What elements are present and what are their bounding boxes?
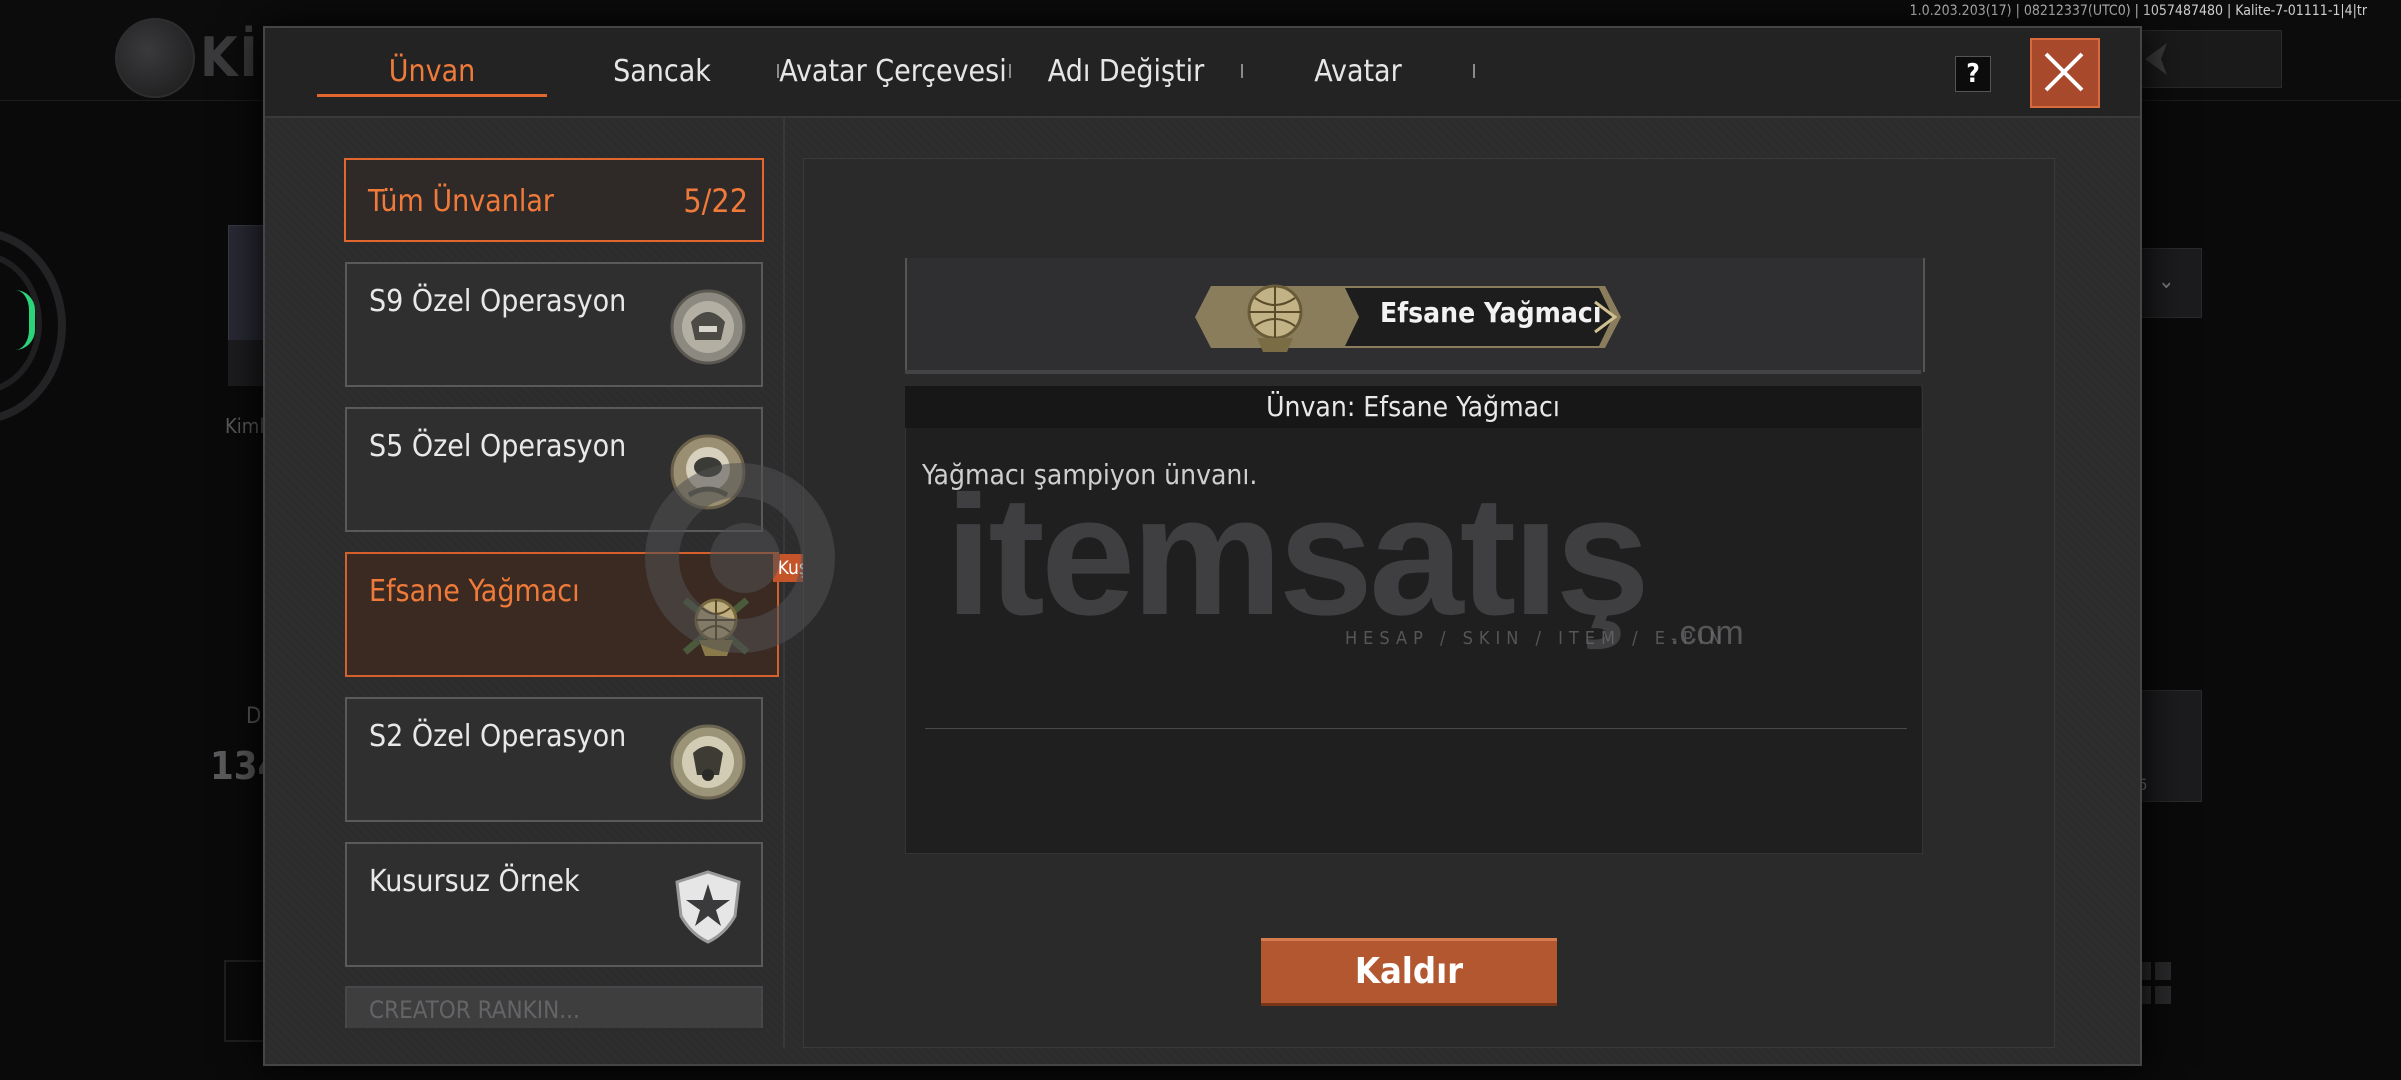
title-item-label: S2 Özel Operasyon bbox=[369, 719, 627, 754]
background-stat-label: D bbox=[246, 704, 262, 729]
watermark-brand: itemsatış bbox=[945, 461, 1650, 651]
gasmask-emblem-icon bbox=[670, 724, 746, 800]
title-item-kusursuz-ornek[interactable]: Kusursuz Örnek bbox=[345, 842, 763, 967]
chevron-down-icon: ⌄ bbox=[2158, 269, 2175, 294]
titles-count: 5/22 bbox=[683, 182, 748, 220]
close-icon bbox=[2044, 52, 2084, 92]
watermark-logo-dot bbox=[710, 523, 780, 593]
title-item-label: CREATOR RANKIN... bbox=[369, 996, 580, 1024]
banner-divider bbox=[905, 370, 1921, 374]
description-heading: Ünvan: Efsane Yağmacı bbox=[905, 386, 1921, 428]
profile-modal: Ünvan Sancak Avatar Çerçevesi Adı Değişt… bbox=[263, 26, 2142, 1066]
background-dropdown: ⌄ bbox=[2135, 248, 2202, 318]
tab-avatar-cercevesi[interactable]: Avatar Çerçevesi bbox=[779, 46, 1007, 98]
title-item-label: Efsane Yağmacı bbox=[369, 574, 580, 609]
tab-unvan[interactable]: Ünvan bbox=[317, 46, 547, 98]
banner-title-name: Efsane Yağmacı bbox=[1380, 296, 1602, 329]
star-shield-icon bbox=[675, 870, 741, 944]
help-button[interactable]: ? bbox=[1955, 56, 1991, 92]
background-card-bar bbox=[228, 340, 268, 386]
title-item-creator-ranking[interactable]: CREATOR RANKIN... bbox=[345, 986, 763, 1028]
back-button[interactable] bbox=[2120, 30, 2282, 88]
skull-helmet-emblem-icon bbox=[670, 289, 746, 365]
title-item-s2[interactable]: S2 Özel Operasyon bbox=[345, 697, 763, 822]
close-button[interactable] bbox=[2030, 38, 2100, 108]
watermark-domain: .com bbox=[1670, 614, 1744, 652]
background-bottom-card bbox=[224, 960, 268, 1042]
title-item-label: Kusursuz Örnek bbox=[369, 864, 580, 899]
description-divider bbox=[925, 728, 1907, 729]
globe-logo-icon bbox=[115, 18, 195, 98]
tab-avatar[interactable]: Avatar bbox=[1243, 46, 1473, 98]
tab-sancak[interactable]: Sancak bbox=[547, 46, 777, 98]
remove-title-button[interactable]: Kaldır bbox=[1261, 938, 1557, 1006]
title-item-label: S5 Özel Operasyon bbox=[369, 429, 627, 464]
active-tab-underline bbox=[317, 94, 547, 97]
background-right-card: 6 bbox=[2135, 690, 2202, 802]
title-item-label: S9 Özel Operasyon bbox=[369, 284, 627, 319]
version-info: 1.0.203.203(17) | 08212337(UTC0) | 10574… bbox=[1909, 3, 2367, 19]
all-titles-filter[interactable]: Tüm Ünvanlar 5/22 bbox=[344, 158, 764, 242]
all-titles-label: Tüm Ünvanlar bbox=[368, 184, 554, 219]
tab-adi-degistir[interactable]: Adı Değiştir bbox=[1011, 46, 1241, 98]
tab-separator bbox=[1473, 64, 1475, 78]
title-item-s9[interactable]: S9 Özel Operasyon bbox=[345, 262, 763, 387]
